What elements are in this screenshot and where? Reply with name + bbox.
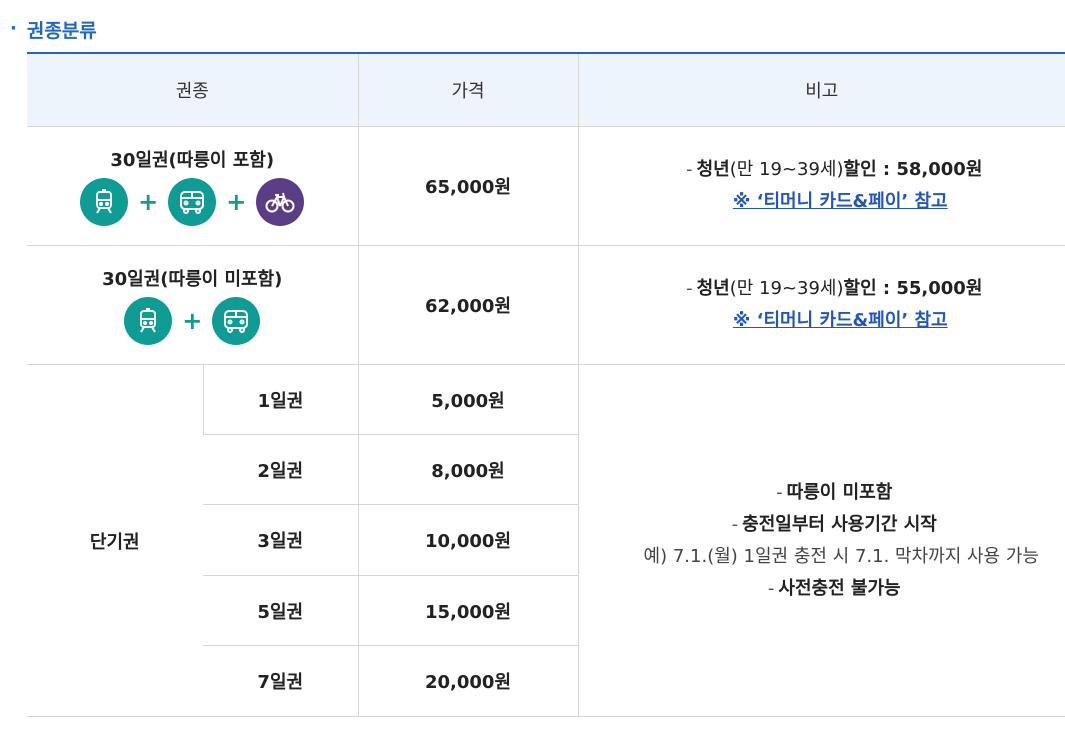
bus-icon: [212, 297, 261, 345]
short-term-price: 5,000원: [357, 364, 578, 435]
plus-sign: +: [138, 188, 159, 216]
subway-icon: [80, 178, 129, 226]
note-start-date: - 충전일부터 사용기간 시작: [731, 513, 937, 535]
short-term-name: 5일권: [203, 575, 358, 646]
pass-remark-cell: - 청년(만 19~39세)할인 : 58,000원 ※ ‘티머니 카드&페이’ …: [577, 126, 1065, 246]
subway-icon: [124, 297, 173, 345]
header-type: 권종: [27, 53, 358, 127]
table-row: 단기권 1일권 5,000원 - 따릉이 미포함 - 충전일부터 사용기간 시작 예…: [27, 364, 1065, 717]
bus-icon: [168, 178, 217, 226]
pass-name: 30일권(따릉이 포함): [110, 150, 275, 171]
pass-name-cell: 30일권(따릉이 미포함) +: [27, 245, 358, 365]
short-term-name: 2일권: [203, 434, 358, 505]
youth-discount-note: - 청년(만 19~39세)할인 : 55,000원: [686, 278, 983, 299]
youth-discount-note: - 청년(만 19~39세)할인 : 58,000원: [686, 159, 983, 180]
plus-sign: +: [182, 307, 203, 335]
tmoney-reference-link[interactable]: ※ ‘티머니 카드&페이’ 참고: [733, 310, 948, 331]
pass-name: 30일권(따릉이 미포함): [102, 269, 283, 290]
section-title-text: 권종분류: [26, 19, 97, 42]
short-term-price: 8,000원: [357, 434, 578, 505]
table-row: 30일권(따릉이 미포함) + 62,000원 - 청년(만 19~39세)할인…: [27, 245, 1065, 365]
table-row: 30일권(따릉이 포함) + + 65,000원 - 청년(만 19~39세)할…: [27, 126, 1065, 246]
pass-price: 65,000원: [357, 126, 578, 246]
header-price: 가격: [357, 53, 578, 127]
short-term-name: 3일권: [203, 504, 358, 576]
section-title: · 권종분류: [10, 14, 97, 44]
short-term-price: 15,000원: [357, 575, 578, 646]
plus-sign: +: [226, 188, 247, 216]
tmoney-reference-link[interactable]: ※ ‘티머니 카드&페이’ 참고: [733, 191, 948, 212]
short-term-name: 7일권: [203, 645, 358, 717]
pass-remark-cell: - 청년(만 19~39세)할인 : 55,000원 ※ ‘티머니 카드&페이’ …: [577, 245, 1065, 365]
pass-icons: + +: [28, 178, 357, 226]
short-term-name: 1일권: [202, 364, 358, 435]
header-remarks: 비고: [577, 53, 1065, 127]
section-bullet: ·: [10, 18, 17, 39]
short-term-price: 20,000원: [357, 645, 578, 717]
note-example: 예) 7.1.(월) 1일권 충전 시 7.1. 막차까지 사용 가능: [643, 545, 1039, 567]
ticket-table: 권종 가격 비고 30일권(따릉이 포함) + + 65,000원 - 청년(만…: [27, 52, 1065, 717]
pass-icons: +: [28, 297, 357, 345]
note-no-bike: - 따릉이 미포함: [776, 481, 893, 503]
short-term-price: 10,000원: [357, 504, 578, 576]
table-header-row: 권종 가격 비고: [27, 53, 1065, 127]
note-no-precharge: - 사전충전 불가능: [767, 577, 901, 599]
pass-price: 62,000원: [357, 245, 578, 365]
bicycle-icon: [256, 178, 305, 226]
short-term-label: 단기권: [27, 364, 203, 717]
pass-name-cell: 30일권(따릉이 포함) + +: [27, 126, 358, 246]
short-term-notes: - 따릉이 미포함 - 충전일부터 사용기간 시작 예) 7.1.(월) 1일권 충…: [577, 364, 1065, 717]
